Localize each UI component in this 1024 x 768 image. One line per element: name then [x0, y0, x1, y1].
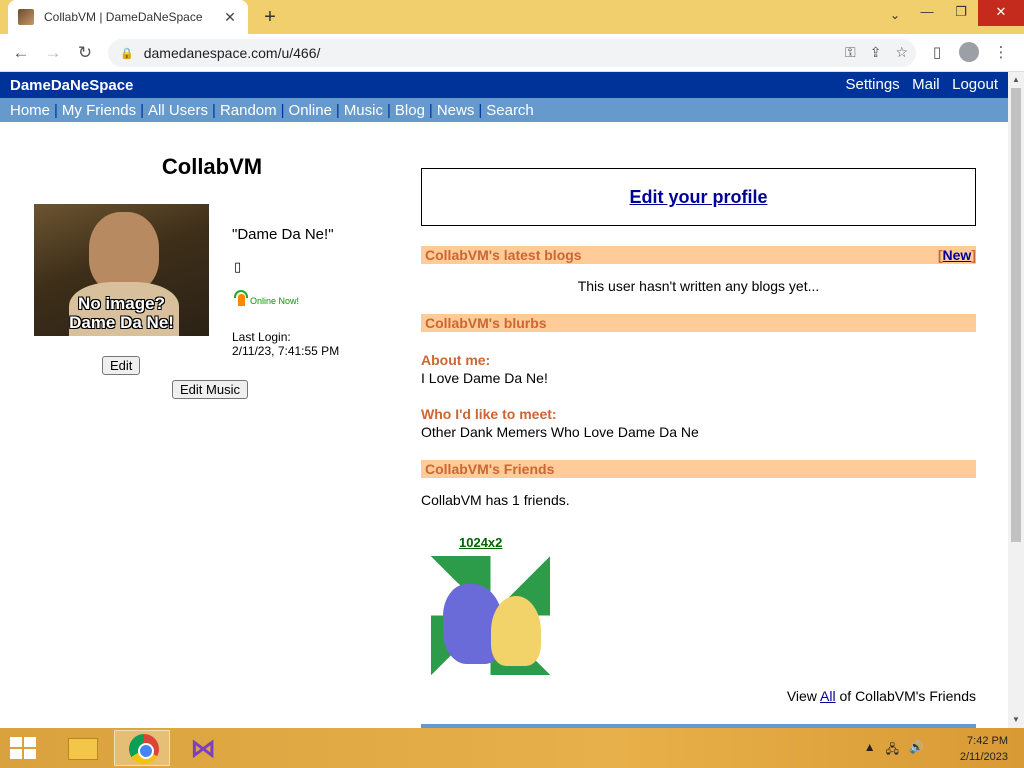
web-page: DameDaNeSpace Settings Mail Logout Home |… — [0, 72, 1008, 728]
mail-link[interactable]: Mail — [912, 76, 940, 93]
tab-search-chevron-icon[interactable]: ⌄ — [890, 8, 900, 22]
friends-count: CollabVM has 1 friends. — [421, 492, 570, 508]
about-me-label: About me: — [421, 352, 491, 368]
view-all-link[interactable]: All — [820, 688, 836, 704]
windows-start-icon[interactable] — [10, 737, 38, 761]
edit-profile-box: Edit your profile — [421, 168, 976, 226]
taskbar-clock[interactable]: 7:42 PM 2/11/2023 — [960, 733, 1008, 765]
chrome-icon[interactable] — [114, 730, 170, 766]
address-bar[interactable]: 🔒 damedanespace.com/u/466/ ⚿ ⇪ ☆ — [108, 39, 916, 67]
blogs-header: CollabVM's latest blogs [New] — [421, 246, 976, 264]
network-icon[interactable]: 🖧 — [886, 740, 899, 761]
edit-music-button[interactable]: Edit Music — [172, 380, 248, 399]
profile-picture-caption: No image? — [78, 294, 165, 313]
friend-avatar[interactable] — [431, 556, 550, 675]
file-explorer-icon[interactable] — [52, 730, 108, 766]
forward-icon[interactable]: → — [42, 42, 64, 64]
profile-quote: "Dame Da Ne!" — [232, 226, 334, 243]
tray-chevron-icon[interactable]: ▲ — [864, 740, 876, 761]
edit-profile-link[interactable]: Edit your profile — [629, 187, 767, 207]
settings-link[interactable]: Settings — [845, 76, 899, 93]
bookmark-star-icon[interactable]: ☆ — [895, 44, 908, 61]
nav-home[interactable]: Home — [10, 102, 50, 119]
url-text[interactable]: damedanespace.com/u/466/ — [144, 45, 321, 61]
nav-my-friends[interactable]: My Friends — [62, 102, 136, 119]
site-logo[interactable]: DameDaNeSpace — [10, 77, 133, 94]
scroll-up-icon[interactable]: ▲ — [1008, 72, 1024, 88]
nav-online[interactable]: Online — [289, 102, 332, 119]
about-me-value: I Love Dame Da Ne! — [421, 370, 548, 386]
lock-icon[interactable]: 🔒 — [120, 47, 134, 60]
share-icon[interactable]: ⇪ — [870, 44, 882, 61]
profile-avatar-icon[interactable] — [958, 42, 980, 69]
nav-search[interactable]: Search — [486, 102, 534, 119]
browser-tab[interactable]: CollabVM | DameDaNeSpace ✕ — [8, 0, 248, 34]
site-header: DameDaNeSpace Settings Mail Logout — [0, 72, 1008, 98]
close-tab-icon[interactable]: ✕ — [222, 9, 238, 26]
visual-studio-icon[interactable]: ⋈ — [176, 730, 232, 766]
last-login: Last Login: 2/11/23, 7:41:55 PM — [232, 330, 340, 358]
online-status: Online Now! — [234, 290, 299, 306]
scroll-thumb[interactable] — [1011, 88, 1021, 542]
key-icon[interactable]: ⚿ — [845, 44, 856, 61]
browser-toolbar: ← → ↻ 🔒 damedanespace.com/u/466/ ⚿ ⇪ ☆ ▯… — [0, 34, 1024, 72]
tab-title: CollabVM | DameDaNeSpace — [44, 10, 203, 24]
nav-random[interactable]: Random — [220, 102, 277, 119]
page-scrollbar[interactable]: ▲ ▼ — [1008, 72, 1024, 728]
profile-picture: No image? Dame Da Ne! — [34, 204, 209, 336]
restore-icon[interactable]: ❐ — [944, 0, 978, 26]
friends-header: CollabVM's Friends — [421, 460, 976, 478]
friend-name-link[interactable]: 1024x2 — [459, 535, 502, 550]
view-all-friends: View All of CollabVM's Friends — [786, 688, 976, 704]
blogs-empty-message: This user hasn't written any blogs yet..… — [577, 278, 820, 294]
nav-blog[interactable]: Blog — [395, 102, 425, 119]
sidepanel-icon[interactable]: ▯ — [926, 42, 948, 64]
site-nav: Home | My Friends | All Users | Random | Onl… — [0, 98, 1008, 122]
account-links: Settings Mail Logout — [837, 76, 998, 94]
nav-all-users[interactable]: All Users — [148, 102, 208, 119]
profile-name: CollabVM — [161, 154, 263, 179]
scroll-down-icon[interactable]: ▼ — [1008, 712, 1024, 728]
close-window-icon[interactable]: ✕ — [978, 0, 1024, 26]
logout-link[interactable]: Logout — [952, 76, 998, 93]
edit-button[interactable]: Edit — [102, 356, 141, 375]
who-to-meet-label: Who I'd like to meet: — [421, 406, 557, 422]
profile-picture-caption: Dame Da Ne! — [69, 313, 174, 332]
windows-taskbar: ⋈ ▲ 🖧 🔊 7:42 PM 2/11/2023 — [0, 728, 1024, 768]
back-icon[interactable]: ← — [10, 42, 32, 64]
new-blog-link[interactable]: New — [943, 247, 972, 263]
browser-tab-strip: CollabVM | DameDaNeSpace ✕ + ⌄ — ❐ ✕ — [0, 0, 1024, 34]
nav-news[interactable]: News — [437, 102, 475, 119]
online-indicator-icon — [234, 290, 248, 306]
nav-music[interactable]: Music — [344, 102, 383, 119]
system-tray: ▲ 🖧 🔊 — [864, 740, 924, 761]
new-tab-icon[interactable]: + — [260, 6, 280, 28]
missing-glyph: ▯ — [234, 259, 242, 274]
reload-icon[interactable]: ↻ — [74, 42, 96, 64]
volume-icon[interactable]: 🔊 — [909, 740, 924, 761]
favicon-icon — [18, 9, 34, 25]
who-to-meet-value: Other Dank Memers Who Love Dame Da Ne — [421, 424, 699, 440]
menu-kebab-icon[interactable]: ⋮ — [990, 42, 1012, 64]
minimize-icon[interactable]: — — [910, 0, 944, 26]
blurbs-header: CollabVM's blurbs — [421, 314, 976, 332]
